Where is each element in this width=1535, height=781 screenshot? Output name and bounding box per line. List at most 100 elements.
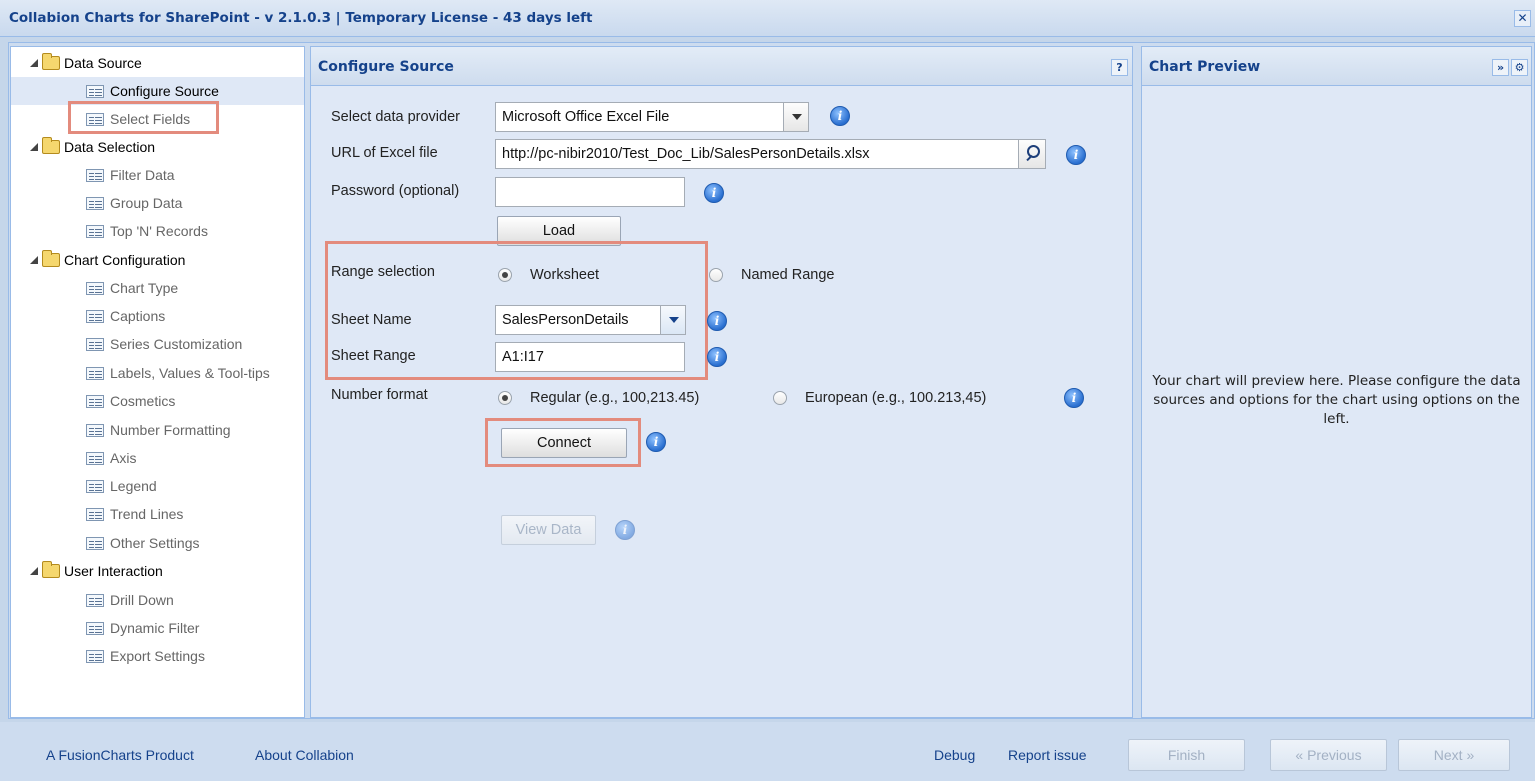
regular-format-label: Regular (e.g., 100,213.45) <box>530 390 700 406</box>
sheet-name-select[interactable]: SalesPersonDetails <box>495 305 686 335</box>
tree-item-dynamic-filter[interactable]: Dynamic Filter <box>11 614 304 642</box>
info-icon[interactable]: i <box>704 183 724 203</box>
tree-item-export-settings[interactable]: Export Settings <box>11 642 304 670</box>
page-icon <box>86 508 104 521</box>
chart-preview-panel: Chart Preview » ⚙ Your chart will previe… <box>1141 46 1532 718</box>
footer-bar: A FusionCharts Product About Collabion D… <box>0 722 1535 781</box>
page-icon <box>86 85 104 98</box>
provider-label: Select data provider <box>331 109 460 125</box>
info-icon[interactable]: i <box>1064 388 1084 408</box>
tree-item-other-settings[interactable]: Other Settings <box>11 529 304 557</box>
preview-header: Chart Preview » ⚙ <box>1142 47 1531 86</box>
fusioncharts-link[interactable]: A FusionCharts Product <box>46 747 194 763</box>
expand-triangle-icon[interactable] <box>30 256 38 264</box>
range-selection-label: Range selection <box>331 264 435 280</box>
page-icon <box>86 367 104 380</box>
page-icon <box>86 338 104 351</box>
view-data-button[interactable]: View Data <box>501 515 596 545</box>
folder-icon <box>42 137 60 154</box>
url-input[interactable]: http://pc-nibir2010/Test_Doc_Lib/SalesPe… <box>495 139 1046 169</box>
preview-title: Chart Preview <box>1149 59 1261 75</box>
tree-group-data-source[interactable]: Data Source <box>11 49 304 77</box>
tree-item-top-n-records[interactable]: Top 'N' Records <box>11 217 304 245</box>
tree-item-series-customization[interactable]: Series Customization <box>11 330 304 358</box>
password-label: Password (optional) <box>331 183 460 199</box>
sheet-range-input[interactable]: A1:I17 <box>495 342 685 372</box>
window-titlebar: Collabion Charts for SharePoint - v 2.1.… <box>0 0 1535 37</box>
expand-triangle-icon[interactable] <box>30 59 38 67</box>
gear-icon[interactable]: ⚙ <box>1511 59 1528 76</box>
info-icon[interactable]: i <box>707 311 727 331</box>
sheet-range-label: Sheet Range <box>331 348 416 364</box>
tree-group-chart-configuration[interactable]: Chart Configuration <box>11 246 304 274</box>
tree-item-axis[interactable]: Axis <box>11 444 304 472</box>
folder-icon <box>42 250 60 267</box>
preview-message: Your chart will preview here. Please con… <box>1152 373 1521 427</box>
european-format-label: European (e.g., 100.213,45) <box>805 390 987 406</box>
tree-item-cosmetics[interactable]: Cosmetics <box>11 387 304 415</box>
worksheet-radio-label: Worksheet <box>530 267 600 283</box>
info-icon[interactable]: i <box>830 106 850 126</box>
tree-item-chart-type[interactable]: Chart Type <box>11 274 304 302</box>
provider-select[interactable]: Microsoft Office Excel File <box>495 102 809 132</box>
previous-button[interactable]: « Previous <box>1270 739 1387 771</box>
chevron-down-icon[interactable] <box>660 306 685 334</box>
info-icon[interactable]: i <box>646 432 666 452</box>
chevron-down-icon[interactable] <box>783 103 808 131</box>
next-button[interactable]: Next » <box>1398 739 1510 771</box>
regular-format-radio[interactable] <box>498 391 512 405</box>
tree-group-data-selection[interactable]: Data Selection <box>11 133 304 161</box>
provider-value: Microsoft Office Excel File <box>502 109 670 125</box>
help-icon[interactable]: ? <box>1111 59 1128 76</box>
url-label: URL of Excel file <box>331 145 438 161</box>
report-issue-link[interactable]: Report issue <box>1008 747 1087 763</box>
tree-item-group-data[interactable]: Group Data <box>11 189 304 217</box>
page-icon <box>86 395 104 408</box>
page-icon <box>86 197 104 210</box>
window-title: Collabion Charts for SharePoint - v 2.1.… <box>9 10 593 26</box>
page-icon <box>86 480 104 493</box>
tree-item-number-formatting[interactable]: Number Formatting <box>11 416 304 444</box>
european-format-radio[interactable] <box>773 391 787 405</box>
tree-item-drill-down[interactable]: Drill Down <box>11 586 304 614</box>
info-icon[interactable]: i <box>1066 145 1086 165</box>
named-range-radio[interactable] <box>709 268 723 282</box>
page-icon <box>86 310 104 323</box>
finish-button[interactable]: Finish <box>1128 739 1245 771</box>
debug-link[interactable]: Debug <box>934 747 975 763</box>
page-icon <box>86 282 104 295</box>
worksheet-radio[interactable] <box>498 268 512 282</box>
page-icon <box>86 169 104 182</box>
about-collabion-link[interactable]: About Collabion <box>255 747 354 763</box>
sheet-name-label: Sheet Name <box>331 312 412 328</box>
close-icon[interactable]: ✕ <box>1514 10 1531 27</box>
tree-item-legend[interactable]: Legend <box>11 472 304 500</box>
named-range-radio-label: Named Range <box>741 267 835 283</box>
page-icon <box>86 594 104 607</box>
page-icon <box>86 452 104 465</box>
info-icon[interactable]: i <box>707 347 727 367</box>
page-icon <box>86 650 104 663</box>
highlight-select-fields <box>68 101 219 134</box>
tree-group-user-interaction[interactable]: User Interaction <box>11 557 304 585</box>
folder-icon <box>42 53 60 70</box>
expand-triangle-icon[interactable] <box>30 143 38 151</box>
tree-item-filter-data[interactable]: Filter Data <box>11 161 304 189</box>
sheet-name-value: SalesPersonDetails <box>502 312 629 328</box>
info-icon[interactable]: i <box>615 520 635 540</box>
folder-icon <box>42 561 60 578</box>
page-icon <box>86 424 104 437</box>
tree-item-labels-values-tooltips[interactable]: Labels, Values & Tool-tips <box>11 359 304 387</box>
panel-header: Configure Source ? <box>311 47 1132 86</box>
search-icon[interactable] <box>1018 140 1045 168</box>
password-input[interactable] <box>495 177 685 207</box>
tree-item-trend-lines[interactable]: Trend Lines <box>11 500 304 528</box>
expand-icon[interactable]: » <box>1492 59 1509 76</box>
navigation-tree: Data Source Configure Source Select Fiel… <box>10 46 305 718</box>
tree-item-captions[interactable]: Captions <box>11 302 304 330</box>
url-value: http://pc-nibir2010/Test_Doc_Lib/SalesPe… <box>502 146 870 162</box>
expand-triangle-icon[interactable] <box>30 567 38 575</box>
number-format-label: Number format <box>331 387 428 403</box>
page-icon <box>86 622 104 635</box>
connect-button[interactable]: Connect <box>501 428 627 458</box>
